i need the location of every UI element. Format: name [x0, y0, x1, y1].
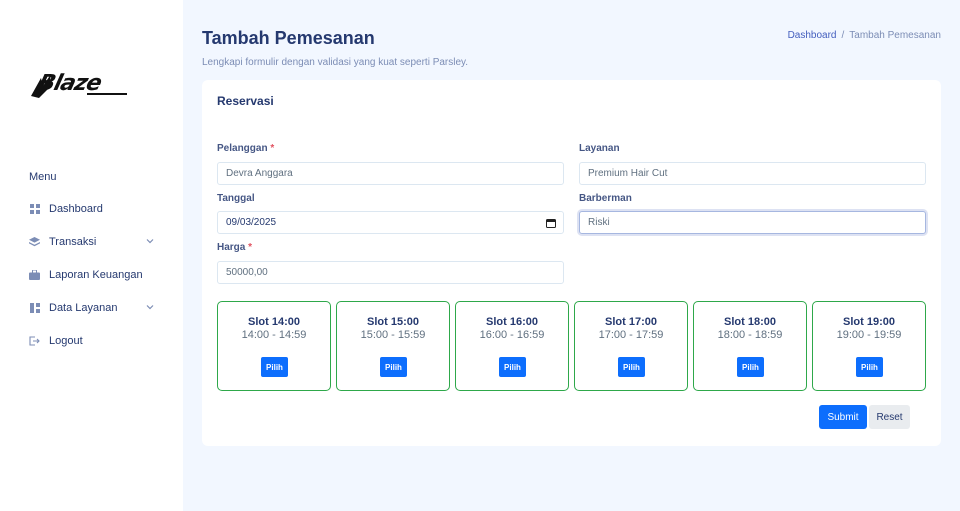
slot-title: Slot 16:00	[486, 316, 538, 328]
barberman-select[interactable]: Riski	[579, 211, 926, 234]
sidebar-item-label: Laporan Keuangan	[49, 269, 143, 281]
tanggal-value: 09/03/2025	[226, 217, 277, 228]
page-subtitle: Lengkapi formulir dengan validasi yang k…	[202, 57, 469, 68]
pelanggan-input[interactable]: Devra Anggara	[217, 162, 564, 185]
card-title: Reservasi	[217, 94, 274, 108]
stack-icon	[29, 236, 40, 248]
pilih-button[interactable]: Pilih	[618, 357, 645, 377]
pelanggan-value: Devra Anggara	[226, 168, 293, 179]
layout-icon	[29, 303, 40, 314]
slot-card: Slot 19:00 19:00 - 19:59 Pilih	[812, 301, 926, 391]
pilih-button[interactable]: Pilih	[737, 357, 764, 377]
slot-time-range: 16:00 - 16:59	[479, 329, 545, 341]
sidebar-item-label: Data Layanan	[49, 302, 118, 314]
slot-card: Slot 18:00 18:00 - 18:59 Pilih	[693, 301, 807, 391]
pelanggan-label-text: Pelanggan	[217, 143, 268, 154]
menu-title: Menu	[29, 171, 57, 183]
layanan-label: Layanan	[579, 143, 620, 154]
barberman-label: Barberman	[579, 193, 632, 204]
harga-label: Harga *	[217, 242, 252, 253]
slot-title: Slot 17:00	[605, 316, 657, 328]
slot-card: Slot 17:00 17:00 - 17:59 Pilih	[574, 301, 688, 391]
calendar-icon[interactable]	[546, 218, 556, 228]
harga-label-text: Harga	[217, 242, 246, 253]
sidebar-item-label: Transaksi	[49, 236, 97, 248]
tanggal-date-input[interactable]: 09/03/2025	[217, 211, 564, 234]
pilih-button[interactable]: Pilih	[261, 357, 288, 377]
briefcase-icon	[29, 270, 40, 281]
sidebar-item-data-layanan[interactable]: Data Layanan	[29, 298, 159, 318]
slot-time-range: 18:00 - 18:59	[717, 329, 783, 341]
breadcrumb: Dashboard / Tambah Pemesanan	[788, 30, 941, 41]
pilih-button[interactable]: Pilih	[499, 357, 526, 377]
slot-title: Slot 18:00	[724, 316, 776, 328]
chevron-down-icon	[145, 302, 155, 312]
required-marker: *	[270, 143, 275, 154]
breadcrumb-dashboard-link[interactable]: Dashboard	[788, 30, 837, 41]
slot-card: Slot 16:00 16:00 - 16:59 Pilih	[455, 301, 569, 391]
barberman-value: Riski	[588, 217, 610, 228]
slot-time-range: 15:00 - 15:59	[360, 329, 426, 341]
breadcrumb-separator: /	[841, 30, 845, 41]
slot-time-range: 19:00 - 19:59	[836, 329, 902, 341]
slot-time-range: 17:00 - 17:59	[598, 329, 664, 341]
sidebar-item-label: Dashboard	[49, 203, 103, 215]
slot-card: Slot 15:00 15:00 - 15:59 Pilih	[336, 301, 450, 391]
reservation-card: Reservasi Pelanggan * Devra Anggara Laya…	[202, 80, 941, 446]
logout-icon	[29, 336, 40, 347]
harga-value: 50000,00	[226, 267, 268, 278]
required-marker: *	[248, 242, 253, 253]
harga-input[interactable]: 50000,00	[217, 261, 564, 284]
brand-logo[interactable]: Blaze	[29, 66, 133, 104]
sidebar: Blaze Menu Dashboard Transaksi Laporan K…	[0, 0, 183, 511]
sidebar-item-label: Logout	[49, 335, 83, 347]
tanggal-label: Tanggal	[217, 193, 255, 204]
grid-icon	[29, 204, 40, 215]
chevron-down-icon	[145, 236, 155, 246]
submit-button[interactable]: Submit	[819, 405, 867, 429]
breadcrumb-current: Tambah Pemesanan	[849, 30, 941, 41]
reset-button[interactable]: Reset	[869, 405, 910, 429]
slot-title: Slot 15:00	[367, 316, 419, 328]
slot-title: Slot 14:00	[248, 316, 300, 328]
pilih-button[interactable]: Pilih	[380, 357, 407, 377]
layanan-value: Premium Hair Cut	[588, 168, 668, 179]
sidebar-item-transaksi[interactable]: Transaksi	[29, 232, 159, 252]
sidebar-item-laporan-keuangan[interactable]: Laporan Keuangan	[29, 265, 159, 285]
sidebar-item-logout[interactable]: Logout	[29, 331, 159, 351]
slot-time-range: 14:00 - 14:59	[241, 329, 307, 341]
slot-card: Slot 14:00 14:00 - 14:59 Pilih	[217, 301, 331, 391]
sidebar-item-dashboard[interactable]: Dashboard	[29, 199, 159, 219]
pilih-button[interactable]: Pilih	[856, 357, 883, 377]
page-title: Tambah Pemesanan	[202, 28, 375, 48]
layanan-select[interactable]: Premium Hair Cut	[579, 162, 926, 185]
pelanggan-label: Pelanggan *	[217, 143, 274, 154]
slot-title: Slot 19:00	[843, 316, 895, 328]
